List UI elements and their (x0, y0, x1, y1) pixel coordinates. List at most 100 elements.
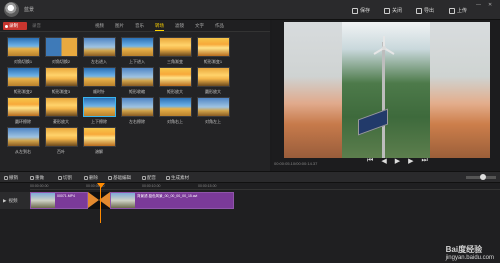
transition-label: 溶解 (95, 149, 103, 154)
microphone-icon (142, 176, 146, 180)
tab-transition[interactable]: 转场 (155, 23, 164, 31)
transition-label: 矩形渐变2 (13, 89, 33, 94)
playhead[interactable] (100, 183, 101, 223)
ruler-tick: 00:00:15.00 (198, 184, 217, 188)
preview-time: 00:00:05.10/00:00:14.37 (274, 161, 318, 166)
upload-button[interactable]: 上传 (449, 7, 467, 14)
library-menubar: 录制 录音 视频 图片 音乐 转场 滤镜 文字 作品 (0, 20, 270, 32)
undo-icon (4, 176, 8, 180)
video-track-header: ▶ 视频 (0, 192, 30, 209)
tab-music[interactable]: 音乐 (135, 23, 144, 29)
transition-thumb[interactable] (83, 37, 116, 57)
export-icon (416, 7, 422, 14)
transition-thumb[interactable] (7, 127, 40, 147)
transition-thumb[interactable] (45, 37, 78, 57)
edit-toolbar: 撤销 重做 切割 删除 基础编辑 配音 生成素材 (0, 171, 500, 183)
transition-thumb[interactable] (121, 37, 154, 57)
step-forward-icon[interactable]: ▶ (408, 157, 413, 165)
transition-label: 矩形渐变3 (51, 89, 71, 94)
app-logo (4, 2, 19, 17)
generate-asset-button[interactable]: 生成素材 (166, 175, 189, 181)
tab-works[interactable]: 作品 (215, 23, 224, 29)
transition-label: 对角切换2 (51, 59, 71, 64)
video-clip[interactable]: 背景滤-蓝色风景_00_00_00_00_15.avi (110, 192, 234, 209)
ruler-tick: 00:00:00.00 (30, 184, 49, 188)
transition-label: 顺时针 (93, 89, 105, 94)
play-icon[interactable]: ▶ (395, 157, 400, 165)
transition-thumb[interactable] (45, 97, 78, 117)
transition-label: 上下进入 (129, 59, 145, 64)
transition-thumb[interactable] (121, 67, 154, 87)
tab-text[interactable]: 文字 (195, 23, 204, 29)
minimize-icon[interactable]: — (476, 2, 481, 8)
transition-label: 矩形放大 (167, 89, 183, 94)
export-button[interactable]: 导出 (416, 7, 434, 14)
zoom-slider[interactable] (466, 174, 496, 180)
transition-label: 菱形放大 (53, 119, 69, 124)
watermark: Bai度经验 jingyan.baidu.com (445, 245, 494, 261)
transition-thumb-selected[interactable] (83, 97, 116, 117)
transition-thumb[interactable] (7, 97, 40, 117)
transition-marker[interactable] (88, 192, 110, 209)
transition-thumb[interactable] (197, 67, 230, 87)
close-icon (384, 7, 390, 14)
undo-button[interactable]: 撤销 (4, 175, 18, 181)
video-clip[interactable]: 00071.MP4 (30, 192, 88, 209)
voice-button[interactable]: 录音 (32, 23, 41, 29)
trash-icon (84, 176, 88, 180)
generate-icon (166, 176, 170, 180)
transition-label: 左右擦除 (129, 119, 145, 124)
delete-button[interactable]: 删除 (84, 175, 98, 181)
close-project-button[interactable]: 关闭 (384, 7, 402, 14)
record-button[interactable]: 录制 (3, 22, 27, 30)
transition-thumb[interactable] (197, 97, 230, 117)
tab-filter[interactable]: 滤镜 (175, 23, 184, 29)
title-bar: 蓝景 保存 关闭 导出 上传 — ✕ (0, 0, 500, 20)
transition-label: 从左到右 (15, 149, 31, 154)
transition-label: 对角右上 (167, 119, 183, 124)
ruler-tick: 00:00:10.00 (142, 184, 161, 188)
preview-screen[interactable] (284, 22, 490, 158)
transition-thumb[interactable] (83, 127, 116, 147)
turbine-image (373, 36, 395, 55)
transition-label: 圆形放大 (205, 89, 221, 94)
transition-thumb[interactable] (45, 67, 78, 87)
tab-video[interactable]: 视频 (95, 23, 104, 29)
step-back-icon[interactable]: ◀ (381, 157, 386, 165)
tab-image[interactable]: 图片 (115, 23, 124, 29)
transition-thumb[interactable] (197, 37, 230, 57)
transition-label: 百叶 (57, 149, 65, 154)
transition-label: 对角切换1 (13, 59, 33, 64)
transition-label: 圆环擦除 (15, 119, 31, 124)
transition-label: 对角左上 (205, 119, 221, 124)
transition-thumb[interactable] (7, 37, 40, 57)
transition-thumb[interactable] (83, 67, 116, 87)
playback-controls: ⏮ ◀ ▶ ▶ ⏭ (367, 157, 428, 165)
cut-button[interactable]: 切割 (58, 175, 72, 181)
media-library-panel: 录制 录音 视频 图片 音乐 转场 滤镜 文字 作品 对角切换1 对角切换2 左… (0, 20, 270, 171)
redo-button[interactable]: 重做 (30, 175, 44, 181)
save-button[interactable]: 保存 (352, 7, 370, 14)
zoom-slider-knob[interactable] (480, 174, 486, 180)
window-close-icon[interactable]: ✕ (488, 2, 492, 8)
clip-thumbnail (31, 193, 55, 208)
basic-edit-button[interactable]: 基础编辑 (108, 175, 131, 181)
playhead-handle[interactable] (97, 183, 105, 188)
voiceover-button[interactable]: 配音 (142, 175, 156, 181)
transition-thumb[interactable] (45, 127, 78, 147)
transition-thumb[interactable] (159, 97, 192, 117)
transition-thumb[interactable] (159, 67, 192, 87)
transition-label: 上下擦除 (91, 119, 107, 124)
clip-thumbnail (111, 193, 135, 208)
video-track-icon: ▶ (3, 197, 7, 203)
timeline: 00:00:00.00 00:00:05.00 00:00:10.00 00:0… (0, 183, 500, 263)
transition-thumb[interactable] (7, 67, 40, 87)
skip-end-icon[interactable]: ⏭ (421, 157, 427, 165)
project-name: 蓝景 (24, 7, 35, 13)
transition-thumb[interactable] (159, 37, 192, 57)
transition-label: 左右进入 (91, 59, 107, 64)
save-icon (352, 7, 358, 14)
transition-thumb[interactable] (121, 97, 154, 117)
skip-start-icon[interactable]: ⏮ (367, 157, 373, 165)
transition-pane-left (284, 22, 342, 158)
